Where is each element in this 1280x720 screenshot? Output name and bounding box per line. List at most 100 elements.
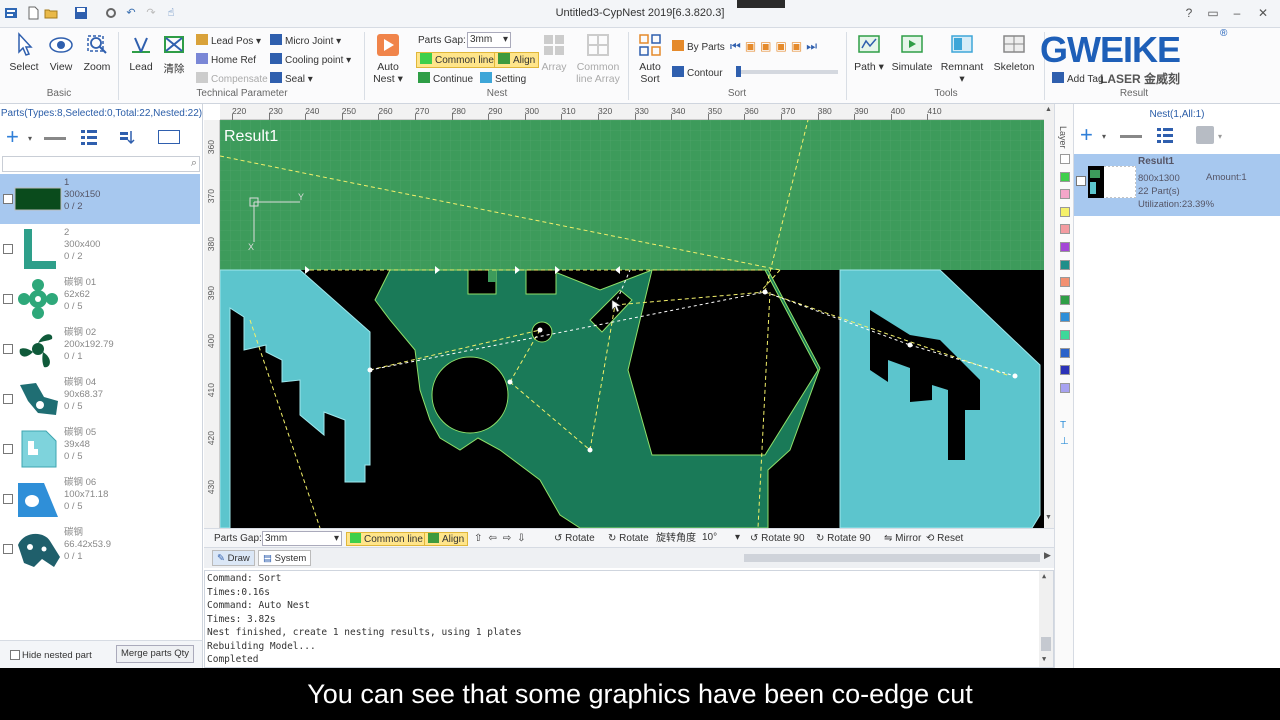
array-button[interactable]: Array <box>538 32 570 73</box>
result-list-icon[interactable] <box>1156 126 1174 144</box>
layer-swatch[interactable] <box>1060 154 1070 164</box>
add-tag-button[interactable]: Add Tag <box>1052 72 1104 88</box>
canvas-vertical-scrollbar[interactable]: ▲ ▼ <box>1044 104 1054 528</box>
contour-button[interactable]: Contour <box>672 66 723 82</box>
sort-order-icon[interactable]: ▣ <box>745 39 760 53</box>
layer-text-icon[interactable]: T <box>1060 420 1066 431</box>
by-parts-button[interactable]: By Parts <box>672 40 725 56</box>
help-icon[interactable]: ? <box>1180 5 1198 21</box>
part-checkbox[interactable] <box>3 394 13 404</box>
sort-nav-controls[interactable]: ⏮▣▣▣▣⏭ <box>730 39 821 54</box>
common-line-array-button[interactable]: Common line Array <box>574 32 622 85</box>
rotate-ccw-button[interactable]: ↺ Rotate <box>554 532 595 546</box>
rotate-90-ccw-button[interactable]: ↺ Rotate 90 <box>750 532 805 546</box>
gap-input[interactable]: 3mm ▾ <box>262 531 342 546</box>
layer-dim-icon[interactable]: ⊥ <box>1060 436 1069 447</box>
part-item[interactable]: 碳钢 66.42x53.9 0 / 1 <box>0 524 200 574</box>
move-arrows[interactable]: ⇧⇦⇨⇩ <box>474 532 532 546</box>
micro-joint-button[interactable]: Micro Joint ▾ <box>270 34 341 50</box>
move-left-icon[interactable]: ⇦ <box>488 533 502 544</box>
path-button[interactable]: Path ▾ <box>852 32 886 73</box>
remove-part-icon[interactable] <box>44 137 66 140</box>
save-icon[interactable] <box>74 6 88 20</box>
lead-pos-button[interactable]: Lead Pos ▾ <box>196 34 261 50</box>
list-view-icon[interactable] <box>80 128 98 146</box>
part-checkbox[interactable] <box>3 294 13 304</box>
add-part-dropdown-icon[interactable]: ▾ <box>28 134 32 143</box>
layer-swatch[interactable] <box>1060 365 1070 376</box>
seal-button[interactable]: Seal ▾ <box>270 72 313 88</box>
scroll-up-icon[interactable]: ▲ <box>1045 106 1052 113</box>
auto-nest-button[interactable]: Auto Nest ▾ <box>370 32 406 85</box>
move-right-icon[interactable]: ⇨ <box>503 533 517 544</box>
sort-slider-track[interactable] <box>736 70 838 74</box>
layer-swatch[interactable] <box>1060 242 1070 252</box>
lead-button[interactable]: Lead <box>124 32 158 73</box>
sort-order-4-icon[interactable]: ▣ <box>791 39 806 53</box>
add-result-icon[interactable]: + <box>1080 124 1093 146</box>
part-item[interactable]: 碳钢 01 62x62 0 / 5 <box>0 274 200 324</box>
move-up-icon[interactable]: ⇧ <box>474 533 488 544</box>
rotate-90-cw-button[interactable]: ↻ Rotate 90 <box>816 532 871 546</box>
app-menu-icon[interactable] <box>4 6 18 20</box>
sort-order-3-icon[interactable]: ▣ <box>776 39 791 53</box>
remove-result-icon[interactable] <box>1120 135 1142 138</box>
undo-icon[interactable]: ↶ <box>124 6 138 20</box>
save-result-icon[interactable] <box>1196 126 1214 144</box>
common-line-toggle-2[interactable]: Common line <box>346 532 427 546</box>
layer-swatch[interactable] <box>1060 330 1070 340</box>
setting-button[interactable]: Setting <box>480 72 526 88</box>
minimize-icon[interactable]: – <box>1228 5 1246 21</box>
save-result-dropdown-icon[interactable]: ▾ <box>1218 132 1222 141</box>
remnant-button[interactable]: Remnant ▾ <box>938 32 986 85</box>
part-checkbox[interactable] <box>3 544 13 554</box>
layer-swatch[interactable] <box>1060 224 1070 235</box>
hide-nested-checkbox[interactable] <box>10 650 20 660</box>
first-icon[interactable]: ⏮ <box>730 39 745 53</box>
tab-draw[interactable]: ✎ Draw <box>212 550 255 566</box>
home-ref-button[interactable]: Home Ref <box>196 53 256 69</box>
layer-swatch[interactable] <box>1060 189 1070 200</box>
sort-slider-thumb[interactable] <box>736 66 741 77</box>
layer-swatch[interactable] <box>1060 382 1070 393</box>
rotate-cw-button[interactable]: ↻ Rotate <box>608 532 649 546</box>
continue-button[interactable]: Continue <box>418 72 473 88</box>
redo-icon[interactable]: ↷ <box>144 6 158 20</box>
layer-swatch[interactable] <box>1060 294 1070 305</box>
simulate-button[interactable]: Simulate <box>890 32 934 73</box>
merge-qty-button[interactable]: Merge parts Qty <box>116 645 194 663</box>
part-item[interactable]: 碳钢 04 90x68.37 0 / 5 <box>0 374 200 424</box>
part-checkbox[interactable] <box>3 194 13 204</box>
close-icon[interactable]: ✕ <box>1254 5 1272 21</box>
settings-gear-icon[interactable] <box>104 6 118 20</box>
cooling-point-button[interactable]: Cooling point ▾ <box>270 53 351 69</box>
result-checkbox[interactable] <box>1076 176 1086 186</box>
log-scrollbar[interactable]: ▲ ▼ <box>1039 571 1053 667</box>
hand-icon[interactable]: ☝ <box>164 6 178 20</box>
scroll-down-icon[interactable]: ▼ <box>1045 514 1052 521</box>
drawing-canvas[interactable]: Y X Result1 <box>220 120 1044 528</box>
add-result-dropdown-icon[interactable]: ▾ <box>1102 132 1106 141</box>
zoom-button[interactable]: Zoom <box>80 32 114 73</box>
layer-swatch[interactable] <box>1060 206 1070 217</box>
part-checkbox[interactable] <box>3 494 13 504</box>
common-line-toggle[interactable]: Common line <box>416 52 498 68</box>
log-scroll-thumb[interactable] <box>1041 637 1051 651</box>
move-down-icon[interactable]: ⇩ <box>517 533 531 544</box>
part-item[interactable]: 1 300x150 0 / 2 <box>0 174 200 224</box>
part-item[interactable]: 碳钢 06 100x71.18 0 / 5 <box>0 474 200 524</box>
log-scroll-down-icon[interactable]: ▼ <box>1042 655 1046 663</box>
select-button[interactable]: Select <box>6 32 42 73</box>
sort-order-2-icon[interactable]: ▣ <box>760 39 775 53</box>
layer-swatch[interactable] <box>1060 347 1070 358</box>
mirror-button[interactable]: ⇋ Mirror <box>884 532 921 546</box>
part-checkbox[interactable] <box>3 444 13 454</box>
restore-icon[interactable]: ▭ <box>1204 5 1222 21</box>
skeleton-button[interactable]: Skeleton <box>990 32 1038 73</box>
part-checkbox[interactable] <box>3 344 13 354</box>
align-toggle-2[interactable]: Align <box>424 532 469 546</box>
tab-system[interactable]: ▤ System <box>258 550 312 566</box>
new-file-icon[interactable] <box>26 6 40 20</box>
clear-button[interactable]: 清除 <box>158 32 190 76</box>
last-icon[interactable]: ⏭ <box>806 39 821 53</box>
